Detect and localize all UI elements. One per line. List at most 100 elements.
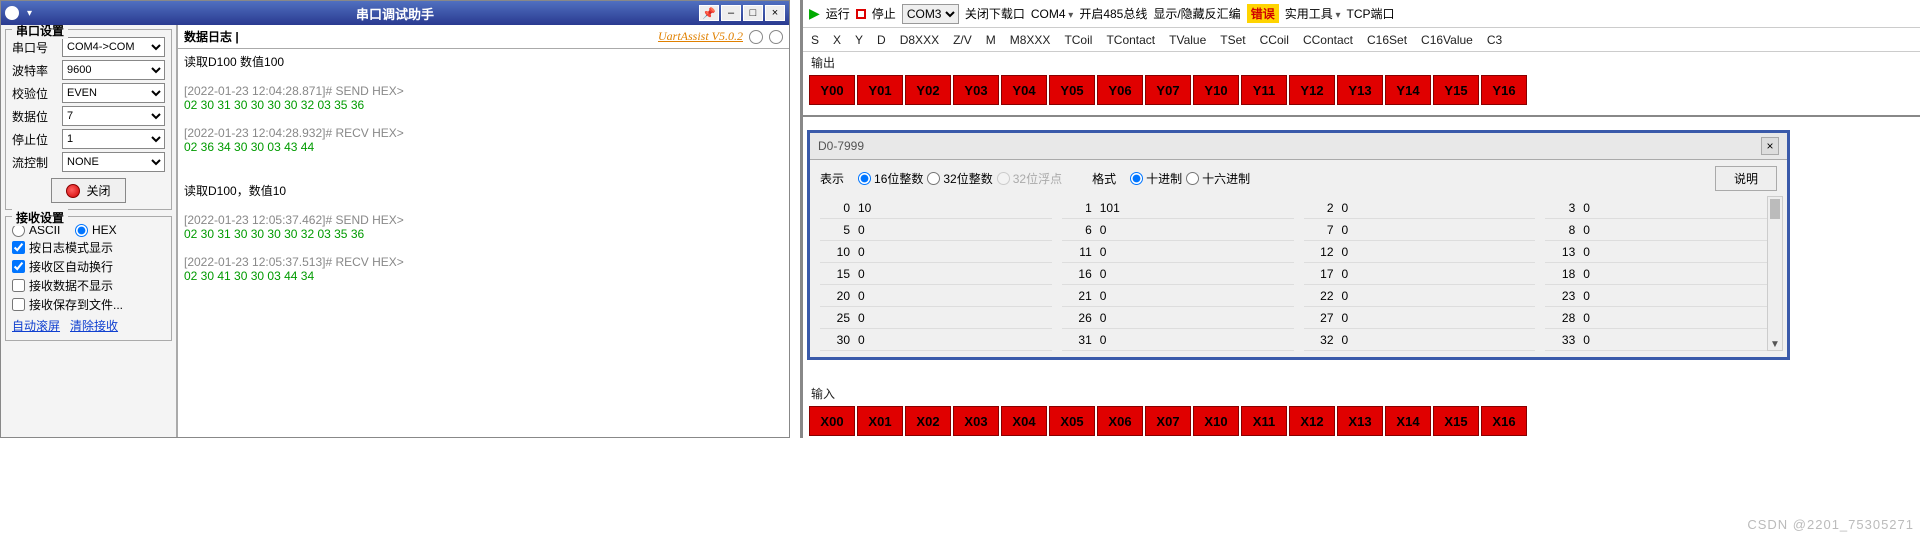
grid-row[interactable]: 20	[1304, 197, 1536, 219]
grid-row[interactable]: 30	[1545, 197, 1777, 219]
y-cell-y04[interactable]: Y04	[1001, 75, 1047, 105]
com-a-select[interactable]: COM3	[902, 4, 959, 24]
stop-button[interactable]: 停止	[872, 5, 896, 22]
tab-tcontact[interactable]: TContact	[1106, 33, 1155, 47]
grid-row[interactable]: 300	[820, 329, 1052, 351]
grid-row[interactable]: 50	[820, 219, 1052, 241]
x-cell-x10[interactable]: X10	[1193, 406, 1239, 436]
grid-row[interactable]: 010	[820, 197, 1052, 219]
modal-close-button[interactable]: ×	[1761, 137, 1779, 155]
grid-row[interactable]: 170	[1304, 263, 1536, 285]
log-body[interactable]: 读取D100 数值100 [2022-01-23 12:04:28.871]# …	[178, 49, 789, 437]
hex-radio-fmt[interactable]	[1186, 172, 1199, 185]
y-cell-y05[interactable]: Y05	[1049, 75, 1095, 105]
tab-x[interactable]: X	[833, 33, 841, 47]
hide-check[interactable]	[12, 279, 25, 292]
x-cell-x00[interactable]: X00	[809, 406, 855, 436]
tab-s[interactable]: S	[811, 33, 819, 47]
x-cell-x05[interactable]: X05	[1049, 406, 1095, 436]
y-cell-y11[interactable]: Y11	[1241, 75, 1287, 105]
y-cell-y02[interactable]: Y02	[905, 75, 951, 105]
grid-row[interactable]: 280	[1545, 307, 1777, 329]
grid-row[interactable]: 310	[1062, 329, 1294, 351]
y-cell-y12[interactable]: Y12	[1289, 75, 1335, 105]
x-cell-x12[interactable]: X12	[1289, 406, 1335, 436]
databits-select[interactable]: 7	[62, 106, 165, 126]
grid-row[interactable]: 330	[1545, 329, 1777, 351]
toggle-asm-button[interactable]: 显示/隐藏反汇编	[1153, 5, 1240, 22]
y-cell-y13[interactable]: Y13	[1337, 75, 1383, 105]
x-cell-x02[interactable]: X02	[905, 406, 951, 436]
autoscroll-link[interactable]: 自动滚屏	[12, 317, 60, 334]
flow-select[interactable]: NONE	[62, 152, 165, 172]
y-cell-y06[interactable]: Y06	[1097, 75, 1143, 105]
tab-tvalue[interactable]: TValue	[1169, 33, 1206, 47]
scroll-down-icon[interactable]: ▼	[1768, 339, 1782, 350]
tab-z/v[interactable]: Z/V	[953, 33, 972, 47]
grid-row[interactable]: 110	[1062, 241, 1294, 263]
logmode-check[interactable]	[12, 241, 25, 254]
port-select[interactable]: COM4->COM	[62, 37, 165, 57]
grid-row[interactable]: 120	[1304, 241, 1536, 263]
grid-row[interactable]: 180	[1545, 263, 1777, 285]
y-cell-y00[interactable]: Y00	[809, 75, 855, 105]
int16-radio[interactable]	[858, 172, 871, 185]
x-cell-x13[interactable]: X13	[1337, 406, 1383, 436]
grid-row[interactable]: 270	[1304, 307, 1536, 329]
y-cell-y03[interactable]: Y03	[953, 75, 999, 105]
x-cell-x01[interactable]: X01	[857, 406, 903, 436]
parity-select[interactable]: EVEN	[62, 83, 165, 103]
x-cell-x04[interactable]: X04	[1001, 406, 1047, 436]
wrap-check[interactable]	[12, 260, 25, 273]
grid-row[interactable]: 320	[1304, 329, 1536, 351]
tab-tcoil[interactable]: TCoil	[1064, 33, 1092, 47]
tab-ccontact[interactable]: CContact	[1303, 33, 1353, 47]
x-cell-x11[interactable]: X11	[1241, 406, 1287, 436]
y-cell-y16[interactable]: Y16	[1481, 75, 1527, 105]
x-cell-x14[interactable]: X14	[1385, 406, 1431, 436]
y-cell-y01[interactable]: Y01	[857, 75, 903, 105]
y-cell-y14[interactable]: Y14	[1385, 75, 1431, 105]
hex-radio[interactable]	[75, 224, 88, 237]
grid-row[interactable]: 210	[1062, 285, 1294, 307]
gear-icon[interactable]	[749, 30, 763, 44]
stopbits-select[interactable]: 1	[62, 129, 165, 149]
grid-row[interactable]: 60	[1062, 219, 1294, 241]
grid-row[interactable]: 160	[1062, 263, 1294, 285]
dec-radio[interactable]	[1130, 172, 1143, 185]
grid-row[interactable]: 80	[1545, 219, 1777, 241]
y-cell-y10[interactable]: Y10	[1193, 75, 1239, 105]
tab-d[interactable]: D	[877, 33, 886, 47]
tab-c16value[interactable]: C16Value	[1421, 33, 1473, 47]
grid-row[interactable]: 230	[1545, 285, 1777, 307]
grid-row[interactable]: 150	[820, 263, 1052, 285]
tab-m[interactable]: M	[986, 33, 996, 47]
save-check[interactable]	[12, 298, 25, 311]
x-cell-x15[interactable]: X15	[1433, 406, 1479, 436]
grid-row[interactable]: 1101	[1062, 197, 1294, 219]
explain-button[interactable]: 说明	[1715, 166, 1777, 191]
x-cell-x03[interactable]: X03	[953, 406, 999, 436]
version-link[interactable]: UartAssist V5.0.2	[658, 29, 743, 44]
run-button[interactable]: 运行	[826, 5, 850, 22]
tab-y[interactable]: Y	[855, 33, 863, 47]
grid-row[interactable]: 260	[1062, 307, 1294, 329]
clear-recv-link[interactable]: 清除接收	[70, 317, 118, 334]
tcp-port-button[interactable]: TCP端口	[1347, 5, 1395, 22]
scroll-thumb[interactable]	[1770, 199, 1780, 219]
tab-d8xxx[interactable]: D8XXX	[900, 33, 939, 47]
x-cell-x06[interactable]: X06	[1097, 406, 1143, 436]
grid-row[interactable]: 250	[820, 307, 1052, 329]
grid-row[interactable]: 130	[1545, 241, 1777, 263]
error-badge[interactable]: 错误	[1247, 4, 1279, 23]
tab-tset[interactable]: TSet	[1220, 33, 1245, 47]
tab-c16set[interactable]: C16Set	[1367, 33, 1407, 47]
grid-scrollbar[interactable]: ▲ ▼	[1767, 196, 1783, 351]
tab-c3[interactable]: C3	[1487, 33, 1502, 47]
y-cell-y15[interactable]: Y15	[1433, 75, 1479, 105]
close-port-button[interactable]: 关闭	[51, 178, 125, 203]
tab-m8xxx[interactable]: M8XXX	[1010, 33, 1051, 47]
help-icon[interactable]	[769, 30, 783, 44]
tools-menu[interactable]: 实用工具	[1285, 5, 1341, 22]
x-cell-x16[interactable]: X16	[1481, 406, 1527, 436]
